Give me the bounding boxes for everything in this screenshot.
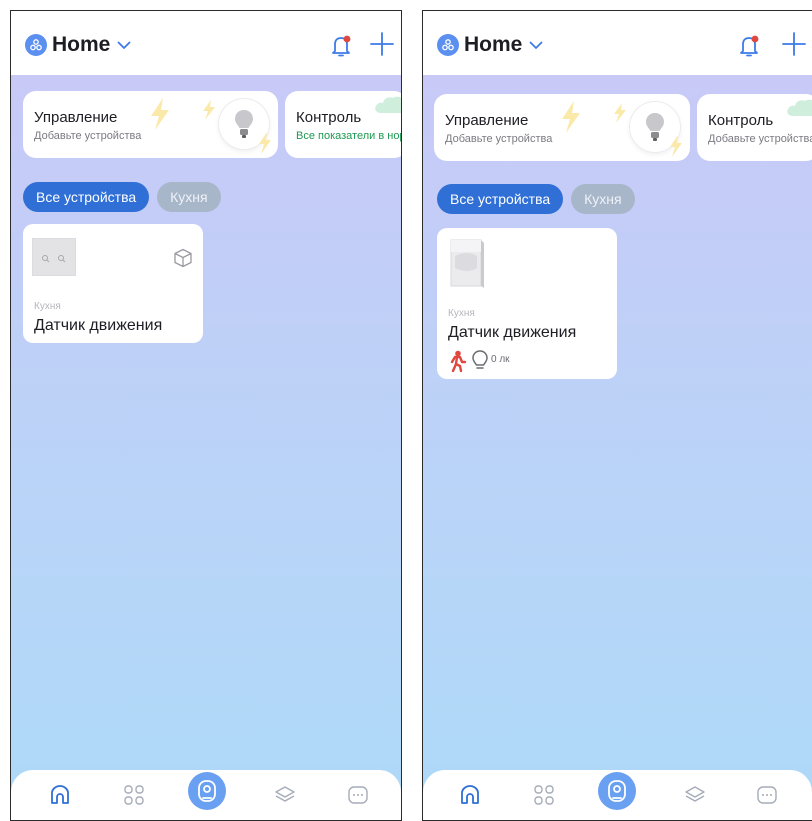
home-title: Home — [464, 33, 523, 56]
card-subtitle: Добавьте устройства — [34, 130, 142, 142]
grid-icon[interactable] — [527, 778, 561, 812]
chevron-down-icon — [117, 41, 131, 49]
plus-icon[interactable] — [369, 31, 395, 57]
bottom-tab-bar — [423, 770, 812, 820]
plus-icon[interactable] — [781, 31, 807, 57]
card-subtitle: Все показатели в норме — [296, 130, 401, 142]
chip-all-devices[interactable]: Все устройства — [23, 182, 150, 212]
home-switcher[interactable]: Home — [25, 33, 131, 57]
device-name: Датчик движения — [448, 324, 577, 341]
lightning-icon — [259, 132, 271, 154]
device-room: Кухня — [448, 308, 475, 319]
chip-kitchen[interactable]: Кухня — [571, 184, 635, 214]
device-thumbnail — [447, 238, 485, 290]
home-title: Home — [52, 33, 111, 56]
device-room: Кухня — [34, 301, 61, 312]
device-card-motion-sensor[interactable]: Кухня Датчик движения 0 лк — [437, 228, 617, 379]
screen-left: Home Управление Добавьте устройства Конт… — [10, 10, 402, 821]
bell-icon[interactable] — [737, 33, 761, 59]
chevron-down-icon — [529, 41, 543, 49]
cloud-icon — [787, 99, 812, 116]
illuminance-value: 0 лк — [491, 354, 510, 365]
cube-icon[interactable] — [173, 248, 193, 268]
home-icon[interactable] — [43, 778, 77, 812]
card-title: Контроль — [296, 109, 362, 126]
card-control[interactable]: Управление Добавьте устройства — [23, 91, 278, 158]
more-icon[interactable] — [750, 778, 784, 812]
lightning-icon — [614, 103, 626, 123]
card-monitoring[interactable]: Контроль Все показатели в норме — [285, 91, 401, 158]
layers-icon[interactable] — [678, 778, 712, 812]
lightning-icon — [203, 100, 215, 120]
card-title: Управление — [34, 109, 118, 126]
smart-center-icon[interactable] — [188, 772, 226, 810]
device-name: Датчик движения — [34, 317, 163, 334]
card-monitoring[interactable]: Контроль Добавьте устройства — [697, 94, 812, 161]
room-filter-chips: Все устройства Кухня — [437, 184, 635, 214]
device-card-motion-sensor[interactable]: Кухня Датчик движения — [23, 224, 203, 343]
card-control[interactable]: Управление Добавьте устройства — [434, 94, 690, 161]
smart-center-icon[interactable] — [598, 772, 636, 810]
home-icon[interactable] — [453, 778, 487, 812]
home-logo-icon — [25, 34, 47, 56]
lightning-icon — [151, 98, 169, 130]
screen-right: Home Управление Добавьте устройства Конт… — [422, 10, 812, 821]
card-title: Управление — [445, 112, 529, 129]
light-sensor-icon — [472, 350, 488, 369]
home-logo-icon — [437, 34, 459, 56]
more-icon[interactable] — [341, 778, 375, 812]
card-title: Контроль — [708, 112, 774, 129]
grid-icon[interactable] — [117, 778, 151, 812]
lightning-icon — [670, 135, 682, 157]
lightning-icon — [562, 101, 580, 133]
motion-alert-icon — [450, 350, 467, 372]
bottom-tab-bar — [11, 770, 401, 820]
bell-icon[interactable] — [329, 33, 353, 59]
home-switcher[interactable]: Home — [437, 33, 543, 57]
chip-all-devices[interactable]: Все устройства — [437, 184, 564, 214]
card-subtitle: Добавьте устройства — [445, 133, 553, 145]
app-header: Home — [11, 11, 401, 75]
chip-kitchen[interactable]: Кухня — [157, 182, 221, 212]
device-thumbnail — [31, 237, 77, 277]
layers-icon[interactable] — [268, 778, 302, 812]
cloud-icon — [375, 96, 401, 113]
room-filter-chips: Все устройства Кухня — [23, 182, 221, 212]
card-subtitle: Добавьте устройства — [708, 133, 812, 145]
app-header: Home — [423, 11, 812, 75]
